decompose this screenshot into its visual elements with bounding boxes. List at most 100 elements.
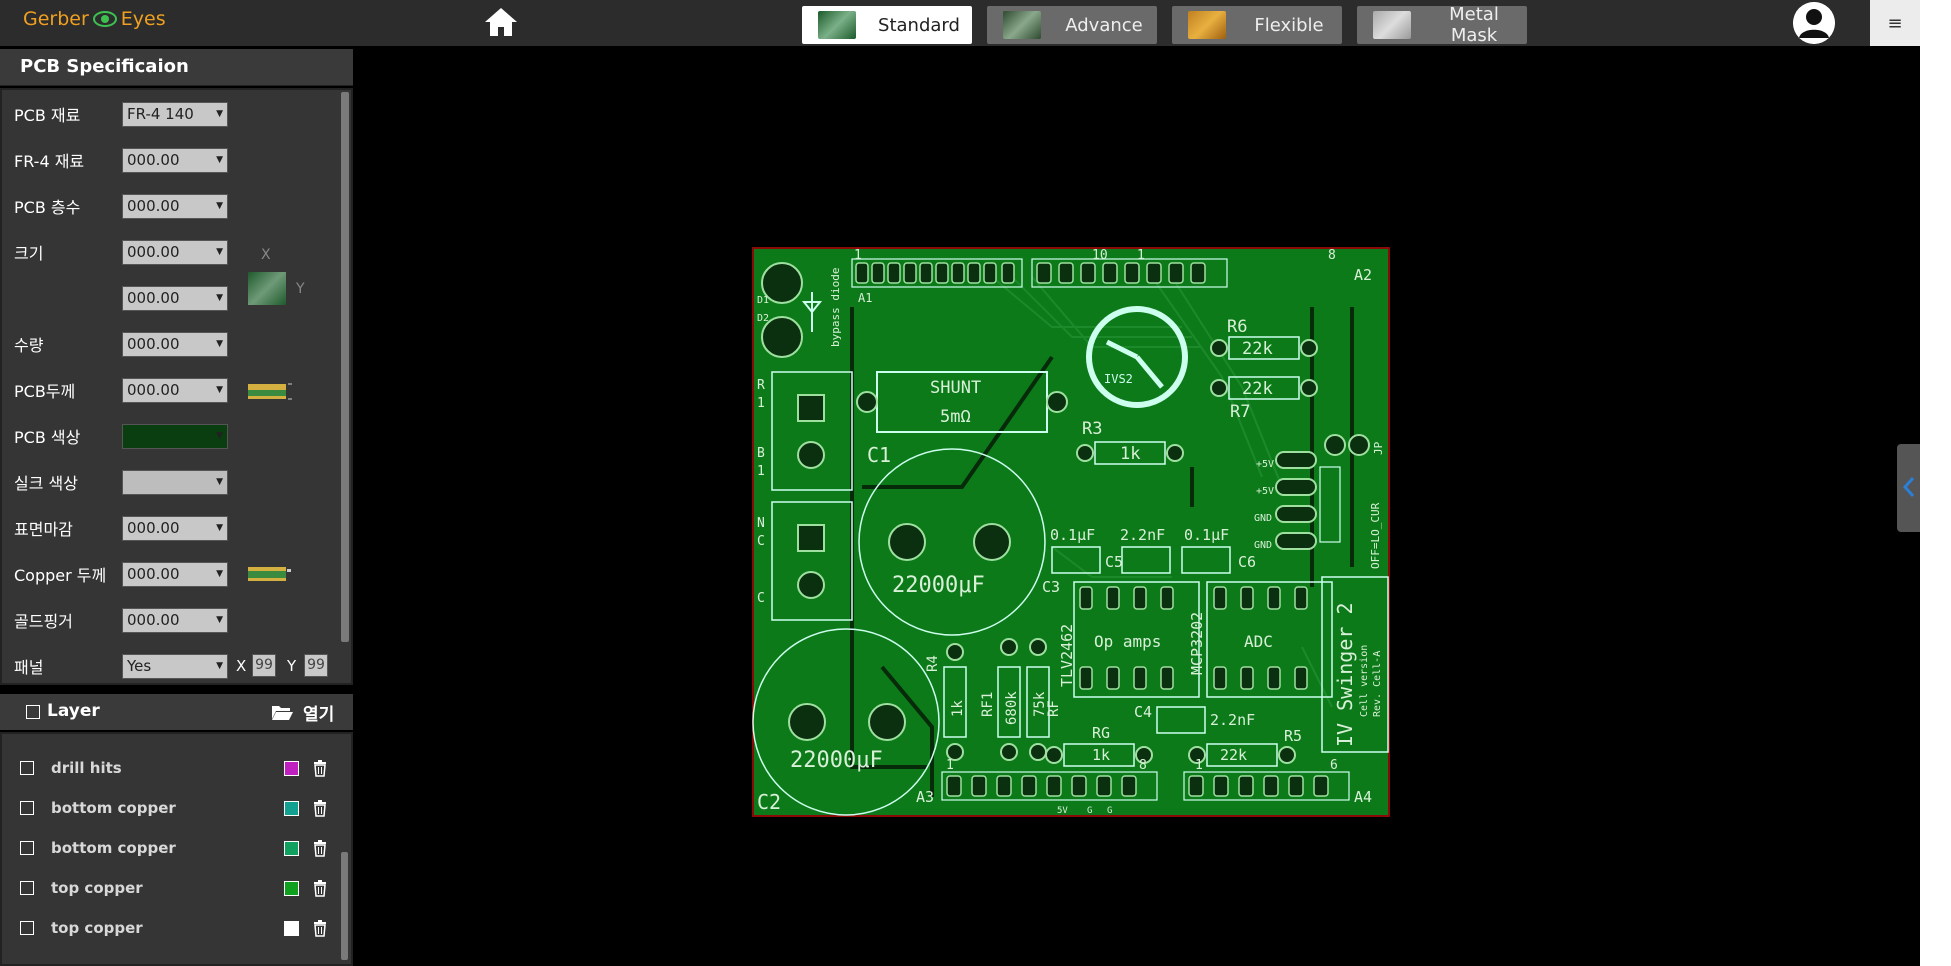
spec-label: 패널 bbox=[14, 658, 44, 677]
silk-text: C2 bbox=[757, 790, 781, 814]
pcb-color-select[interactable] bbox=[122, 423, 228, 449]
layer-item[interactable]: bottom copper bbox=[20, 796, 326, 820]
layer-select-all-checkbox[interactable] bbox=[26, 705, 40, 719]
trash-icon[interactable] bbox=[312, 799, 328, 817]
pcb-canvas[interactable]: SHUNT 5mΩ C1 C2 22000μF 22000μF R6 22k 2… bbox=[752, 247, 1390, 817]
silk-text: Op amps bbox=[1094, 632, 1161, 651]
user-avatar-icon[interactable] bbox=[1793, 2, 1835, 44]
side-panel-toggle[interactable] bbox=[1897, 444, 1921, 532]
trash-icon[interactable] bbox=[312, 759, 328, 777]
copper-select[interactable]: 000.00 bbox=[122, 561, 228, 587]
spec-row-finish: 표면마감 000.00 bbox=[14, 515, 228, 541]
spec-scrollbar[interactable] bbox=[341, 92, 349, 642]
silk-text: C bbox=[757, 534, 765, 549]
quantity-select[interactable]: 000.00 bbox=[122, 331, 228, 357]
open-button[interactable]: 열기 bbox=[303, 700, 334, 725]
silk-text: 0.1μF bbox=[1184, 526, 1229, 544]
silk-text: OFF=LO_CUR bbox=[1369, 502, 1382, 569]
spec-row-copper: Copper 두께 000.00 bbox=[14, 561, 228, 587]
panel-select[interactable]: Yes bbox=[122, 653, 228, 679]
trash-icon[interactable] bbox=[312, 879, 328, 897]
silk-text: JP bbox=[1372, 441, 1385, 455]
layer-name: drill hits bbox=[51, 759, 122, 777]
size-x-select[interactable]: 000.00 bbox=[122, 239, 228, 265]
tab-metal-mask[interactable]: Metal Mask bbox=[1357, 4, 1527, 46]
silk-text: C4 bbox=[1134, 703, 1152, 721]
silk-text: bypass diode bbox=[829, 268, 842, 347]
spec-label: 골드핑거 bbox=[14, 612, 73, 631]
silk-text: 5mΩ bbox=[940, 407, 971, 427]
layer-item[interactable]: top copper bbox=[20, 916, 326, 940]
silk-text: 6 bbox=[1330, 758, 1338, 773]
thickness-select[interactable]: 000.00 bbox=[122, 377, 228, 403]
layer-name: bottom copper bbox=[51, 799, 176, 817]
silk-text: A1 bbox=[858, 291, 872, 305]
layer-item[interactable]: top copper bbox=[20, 876, 326, 900]
hamburger-menu-button[interactable]: ≡ bbox=[1870, 0, 1920, 46]
silk-text: G bbox=[1087, 806, 1092, 816]
panel-y-label: Y bbox=[287, 657, 297, 675]
material-select[interactable]: FR-4 140 bbox=[122, 101, 228, 127]
tab-standard[interactable]: Standard bbox=[802, 6, 972, 44]
layer-color-swatch[interactable] bbox=[284, 800, 299, 816]
spec-row-thickness: PCB두께 000.00 bbox=[14, 377, 228, 403]
layer-color-swatch[interactable] bbox=[284, 840, 299, 856]
layer-color-swatch[interactable] bbox=[284, 920, 299, 936]
spec-label: PCB 색상 bbox=[14, 428, 81, 447]
tab-advance[interactable]: Advance bbox=[987, 6, 1157, 44]
silk-text: 10 bbox=[1092, 248, 1108, 263]
silk-text: 1 bbox=[1195, 758, 1203, 773]
finish-select[interactable]: 000.00 bbox=[122, 515, 228, 541]
silk-text: +5V bbox=[1256, 486, 1274, 497]
thickness-layer-icon bbox=[248, 383, 292, 400]
folder-open-icon[interactable] bbox=[271, 703, 293, 721]
eye-icon bbox=[92, 11, 117, 27]
silk-text: 22k bbox=[1242, 339, 1273, 359]
trash-icon[interactable] bbox=[312, 919, 328, 937]
layer-color-swatch[interactable] bbox=[284, 880, 299, 896]
spec-label: Copper 두께 bbox=[14, 566, 107, 585]
spec-row-layers: PCB 층수 000.00 bbox=[14, 193, 228, 219]
spec-label: FR-4 재료 bbox=[14, 152, 85, 171]
panel-x-input[interactable]: 99 bbox=[252, 654, 276, 677]
silk-text: 1 bbox=[946, 758, 954, 773]
gold-finger-select[interactable]: 000.00 bbox=[122, 607, 228, 633]
silk-text: 1 bbox=[1137, 248, 1145, 263]
spec-row-quantity: 수량 000.00 bbox=[14, 331, 228, 357]
menu-icon: ≡ bbox=[1887, 12, 1903, 34]
silk-text: 22000μF bbox=[790, 748, 883, 773]
layers-select[interactable]: 000.00 bbox=[122, 193, 228, 219]
layer-checkbox[interactable] bbox=[20, 801, 34, 815]
layer-checkbox[interactable] bbox=[20, 881, 34, 895]
silk-text: R bbox=[757, 378, 765, 393]
trash-icon[interactable] bbox=[312, 839, 328, 857]
layer-item[interactable]: drill hits bbox=[20, 756, 326, 780]
layer-scrollbar[interactable] bbox=[341, 852, 348, 960]
layer-panel-header: Layer 열기 bbox=[0, 694, 353, 730]
flexible-thumb-icon bbox=[1188, 11, 1226, 39]
fr4-select[interactable]: 000.00 bbox=[122, 147, 228, 173]
spec-row-size: 크기 000.00 bbox=[14, 239, 228, 265]
silk-text: SHUNT bbox=[930, 378, 981, 398]
home-icon[interactable] bbox=[482, 5, 520, 39]
logo[interactable]: Gerber Eyes bbox=[23, 8, 166, 30]
advance-thumb-icon bbox=[1003, 11, 1041, 39]
silk-color-select[interactable] bbox=[122, 469, 228, 495]
size-y-select[interactable]: 000.00 bbox=[122, 285, 228, 311]
tab-flexible[interactable]: Flexible bbox=[1172, 6, 1342, 44]
layer-checkbox[interactable] bbox=[20, 921, 34, 935]
silk-text: D1 bbox=[757, 295, 769, 306]
panel-y-input[interactable]: 99 bbox=[304, 654, 328, 677]
layer-item[interactable]: bottom copper bbox=[20, 836, 326, 860]
silk-text: 22000μF bbox=[892, 573, 985, 598]
chevron-left-icon bbox=[1902, 477, 1915, 497]
silk-text: 1k bbox=[1092, 746, 1110, 764]
silk-text: C3 bbox=[1042, 578, 1060, 596]
layer-color-swatch[interactable] bbox=[284, 760, 299, 776]
copper-layer-icon bbox=[248, 567, 291, 581]
spec-panel: PCB 재료 FR-4 140 FR-4 재료 000.00 PCB 층수 00… bbox=[0, 88, 353, 685]
logo-text-right: Eyes bbox=[120, 8, 166, 30]
layer-checkbox[interactable] bbox=[20, 841, 34, 855]
silk-text: 1 bbox=[854, 248, 862, 263]
layer-checkbox[interactable] bbox=[20, 761, 34, 775]
